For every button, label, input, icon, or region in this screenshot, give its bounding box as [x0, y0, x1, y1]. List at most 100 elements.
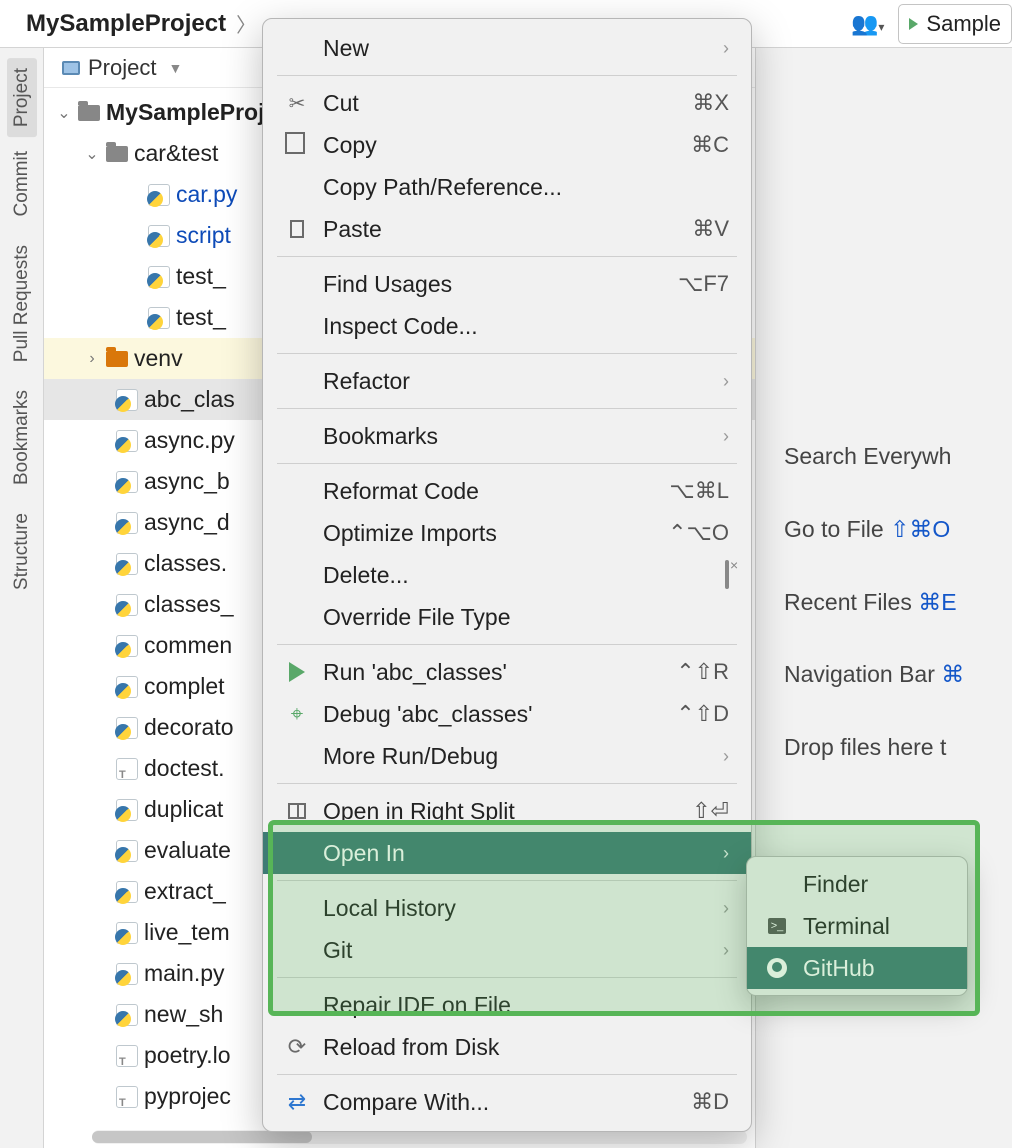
hint-drop-files: Drop files here t: [784, 729, 1012, 766]
horizontal-scrollbar[interactable]: [92, 1130, 747, 1144]
menu-more-run-debug[interactable]: More Run/Debug›: [263, 735, 751, 777]
reload-icon: ⟳: [288, 1034, 306, 1060]
copy-icon: [289, 136, 305, 154]
menu-separator: [277, 353, 737, 354]
python-file-icon: [116, 922, 138, 944]
python-file-icon: [148, 184, 170, 206]
folder-icon: [78, 105, 100, 121]
python-file-icon: [116, 594, 138, 616]
menu-inspect-code[interactable]: Inspect Code...: [263, 305, 751, 347]
menu-delete[interactable]: Delete...: [263, 554, 751, 596]
tool-window-stripe-left: Project Commit Pull Requests Bookmarks S…: [0, 48, 44, 1148]
split-icon: [288, 803, 306, 819]
tool-window-commit[interactable]: Commit: [11, 137, 33, 230]
python-file-icon: [148, 225, 170, 247]
menu-new[interactable]: New›: [263, 27, 751, 69]
chevron-right-icon: ›: [723, 426, 729, 447]
chevron-right-icon: ›: [723, 746, 729, 767]
text-file-icon: [116, 1086, 138, 1108]
project-icon: [62, 61, 80, 75]
hint-navigation-bar: Navigation Bar ⌘: [784, 656, 1012, 693]
folder-icon: [106, 351, 128, 367]
menu-separator: [277, 1074, 737, 1075]
compare-icon: ⇄: [288, 1089, 306, 1115]
chevron-down-icon: ▼: [168, 60, 182, 76]
submenu-terminal[interactable]: >_Terminal: [747, 905, 967, 947]
scrollbar-thumb[interactable]: [92, 1131, 312, 1143]
python-file-icon: [116, 717, 138, 739]
menu-open-in[interactable]: Open In›: [263, 832, 751, 874]
python-file-icon: [116, 676, 138, 698]
python-file-icon: [116, 553, 138, 575]
menu-cut[interactable]: ✂Cut⌘X: [263, 82, 751, 124]
context-menu: New› ✂Cut⌘X Copy⌘C Copy Path/Reference..…: [262, 18, 752, 1132]
menu-open-in-right-split[interactable]: Open in Right Split⇧⏎: [263, 790, 751, 832]
menu-debug[interactable]: ⌖Debug 'abc_classes'⌃⇧D: [263, 693, 751, 735]
terminal-icon: >_: [768, 918, 786, 934]
menu-run[interactable]: Run 'abc_classes'⌃⇧R: [263, 651, 751, 693]
python-file-icon: [116, 799, 138, 821]
python-file-icon: [116, 471, 138, 493]
tool-window-project[interactable]: Project: [7, 58, 37, 137]
run-config-label: Sample: [926, 11, 1001, 37]
python-file-icon: [148, 307, 170, 329]
hint-recent-files: Recent Files ⌘E: [784, 584, 1012, 621]
menu-reformat-code[interactable]: Reformat Code⌥⌘L: [263, 470, 751, 512]
github-icon: [767, 958, 787, 978]
delete-icon: [725, 560, 729, 589]
python-file-icon: [116, 430, 138, 452]
breadcrumb-root[interactable]: MySampleProject: [26, 10, 226, 38]
scissors-icon: ✂: [289, 91, 306, 116]
run-icon: [909, 18, 918, 30]
menu-refactor[interactable]: Refactor›: [263, 360, 751, 402]
hint-search-everywhere: Search Everywh: [784, 438, 1012, 475]
clipboard-icon: [290, 220, 304, 238]
run-configuration-selector[interactable]: Sample: [898, 4, 1012, 44]
menu-repair-ide[interactable]: Repair IDE on File: [263, 984, 751, 1026]
menu-git[interactable]: Git›: [263, 929, 751, 971]
menu-separator: [277, 644, 737, 645]
menu-separator: [277, 256, 737, 257]
menu-paste[interactable]: Paste⌘V: [263, 208, 751, 250]
chevron-right-icon: ›: [723, 843, 729, 864]
breadcrumb-separator-icon: 〉: [236, 9, 256, 38]
python-file-icon: [116, 881, 138, 903]
menu-separator: [277, 408, 737, 409]
menu-compare-with[interactable]: ⇄Compare With...⌘D: [263, 1081, 751, 1123]
menu-copy-path[interactable]: Copy Path/Reference...: [263, 166, 751, 208]
text-file-icon: [116, 758, 138, 780]
project-view-label: Project: [88, 55, 156, 81]
python-file-icon: [116, 963, 138, 985]
menu-copy[interactable]: Copy⌘C: [263, 124, 751, 166]
python-file-icon: [116, 512, 138, 534]
submenu-finder[interactable]: Finder: [747, 863, 967, 905]
python-file-icon: [116, 840, 138, 862]
chevron-right-icon: ›: [723, 38, 729, 59]
menu-bookmarks[interactable]: Bookmarks›: [263, 415, 751, 457]
menu-separator: [277, 783, 737, 784]
open-in-submenu: Finder >_Terminal GitHub: [746, 856, 968, 996]
menu-local-history[interactable]: Local History›: [263, 887, 751, 929]
user-icon[interactable]: 👥▾: [851, 11, 884, 37]
python-file-icon: [116, 389, 138, 411]
menu-separator: [277, 977, 737, 978]
python-file-icon: [116, 1004, 138, 1026]
menu-separator: [277, 75, 737, 76]
python-file-icon: [148, 266, 170, 288]
text-file-icon: [116, 1045, 138, 1067]
menu-reload-from-disk[interactable]: ⟳Reload from Disk: [263, 1026, 751, 1068]
bug-icon: ⌖: [291, 701, 303, 727]
chevron-right-icon: ›: [723, 898, 729, 919]
submenu-github[interactable]: GitHub: [747, 947, 967, 989]
folder-icon: [106, 146, 128, 162]
chevron-right-icon: ›: [723, 371, 729, 392]
tool-window-pull-requests[interactable]: Pull Requests: [11, 231, 33, 376]
menu-optimize-imports[interactable]: Optimize Imports⌃⌥O: [263, 512, 751, 554]
tool-window-structure[interactable]: Structure: [11, 499, 33, 604]
menu-override-file-type[interactable]: Override File Type: [263, 596, 751, 638]
python-file-icon: [116, 635, 138, 657]
tool-window-bookmarks[interactable]: Bookmarks: [11, 376, 33, 499]
run-icon: [289, 662, 305, 682]
menu-separator: [277, 880, 737, 881]
menu-find-usages[interactable]: Find Usages⌥F7: [263, 263, 751, 305]
